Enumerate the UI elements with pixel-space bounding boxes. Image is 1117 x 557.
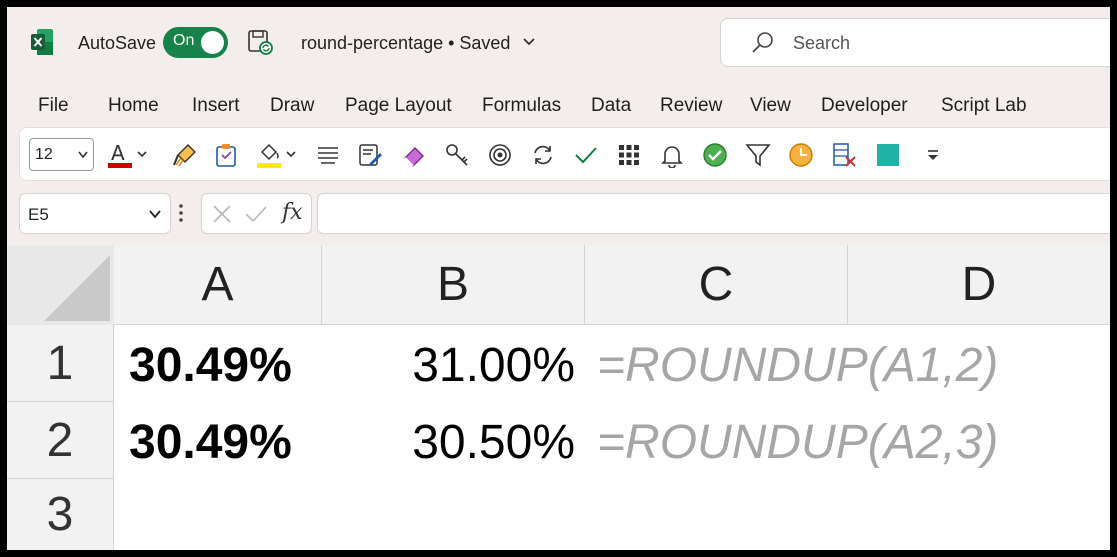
menu-home[interactable]: Home	[108, 95, 159, 117]
insert-function-button[interactable]: fx	[282, 200, 303, 225]
cell-b2[interactable]: 30.50%	[337, 419, 575, 467]
menu-insert[interactable]: Insert	[192, 95, 240, 117]
menu-file[interactable]: File	[38, 95, 69, 117]
teal-square-icon[interactable]	[875, 142, 901, 168]
menu-view[interactable]: View	[750, 95, 791, 117]
chevron-down-icon	[78, 151, 88, 159]
toggle-knob	[201, 31, 224, 54]
menu-script-lab[interactable]: Script Lab	[941, 95, 1027, 117]
refresh-icon[interactable]	[530, 142, 556, 168]
save-icon[interactable]	[247, 29, 273, 55]
search-icon	[752, 32, 773, 53]
format-painter-icon[interactable]	[172, 142, 198, 168]
title-bar: AutoSave On round-percentage • Saved Sea…	[7, 7, 1110, 79]
search-box[interactable]: Search	[720, 18, 1110, 67]
bell-icon[interactable]	[659, 142, 685, 168]
key-icon[interactable]	[444, 142, 470, 168]
svg-text:A: A	[111, 142, 125, 165]
menu-bar: File Home Insert Draw Page Layout Formul…	[7, 85, 1110, 125]
column-header-d[interactable]: D	[848, 245, 1110, 325]
checkmark-icon[interactable]	[573, 142, 599, 168]
check-circle-icon[interactable]	[702, 142, 728, 168]
clock-icon[interactable]	[788, 142, 814, 168]
chevron-down-icon[interactable]	[523, 37, 535, 47]
column-header-c[interactable]: C	[585, 245, 848, 325]
align-icon[interactable]	[315, 142, 341, 168]
chevron-down-icon	[149, 210, 161, 219]
select-all-corner[interactable]	[7, 245, 114, 325]
document-title[interactable]: round-percentage • Saved	[301, 33, 510, 54]
excel-logo-icon	[31, 29, 53, 55]
cell-c1[interactable]: =ROUNDUP(A1,2)	[597, 342, 998, 390]
column-header-a[interactable]: A	[114, 245, 322, 325]
row-header-2[interactable]: 2	[7, 402, 114, 479]
cell-a1[interactable]: 30.49%	[129, 342, 292, 390]
search-placeholder: Search	[793, 33, 851, 53]
grid-icon[interactable]	[616, 142, 642, 168]
fill-color-icon[interactable]	[257, 142, 297, 168]
formula-input[interactable]	[317, 193, 1110, 234]
delete-column-icon[interactable]	[831, 142, 857, 168]
menu-page-layout[interactable]: Page Layout	[345, 95, 452, 117]
enter-icon[interactable]	[244, 204, 268, 224]
filter-icon[interactable]	[745, 142, 771, 168]
menu-developer[interactable]: Developer	[821, 95, 908, 117]
excel-window: AutoSave On round-percentage • Saved Sea…	[7, 7, 1110, 550]
cell-a2[interactable]: 30.49%	[129, 419, 292, 467]
clipboard-icon[interactable]	[214, 142, 240, 168]
spreadsheet-grid: A B C D 1 2 3 30.49% 31.00% =ROUNDUP(A1,…	[7, 245, 1110, 550]
formula-controls: fx	[201, 193, 312, 234]
name-box-value: E5	[28, 205, 49, 224]
autosave-toggle[interactable]: On	[163, 27, 228, 58]
menu-formulas[interactable]: Formulas	[482, 95, 561, 117]
cancel-icon[interactable]	[212, 204, 232, 224]
cell-b1[interactable]: 31.00%	[337, 342, 575, 390]
target-icon[interactable]	[487, 142, 513, 168]
menu-review[interactable]: Review	[660, 95, 722, 117]
row-header-1[interactable]: 1	[7, 325, 114, 402]
font-color-icon[interactable]: A	[108, 142, 148, 168]
menu-draw[interactable]: Draw	[270, 95, 314, 117]
eraser-icon[interactable]	[401, 142, 427, 168]
overflow-icon[interactable]	[920, 142, 946, 168]
more-options-icon[interactable]	[178, 203, 184, 223]
autosave-label: AutoSave	[78, 33, 157, 53]
ribbon-toolbar: 12 A	[19, 127, 1110, 181]
name-box[interactable]: E5	[19, 193, 171, 234]
row-header-3[interactable]: 3	[7, 479, 114, 550]
font-size-select[interactable]: 12	[29, 138, 94, 171]
font-size-value: 12	[35, 146, 53, 163]
column-header-b[interactable]: B	[322, 245, 585, 325]
menu-data[interactable]: Data	[591, 95, 631, 117]
select-all-triangle	[44, 255, 110, 321]
cell-c2[interactable]: =ROUNDUP(A2,3)	[597, 419, 998, 467]
form-icon[interactable]	[357, 142, 383, 168]
autosave-state: On	[173, 32, 195, 49]
